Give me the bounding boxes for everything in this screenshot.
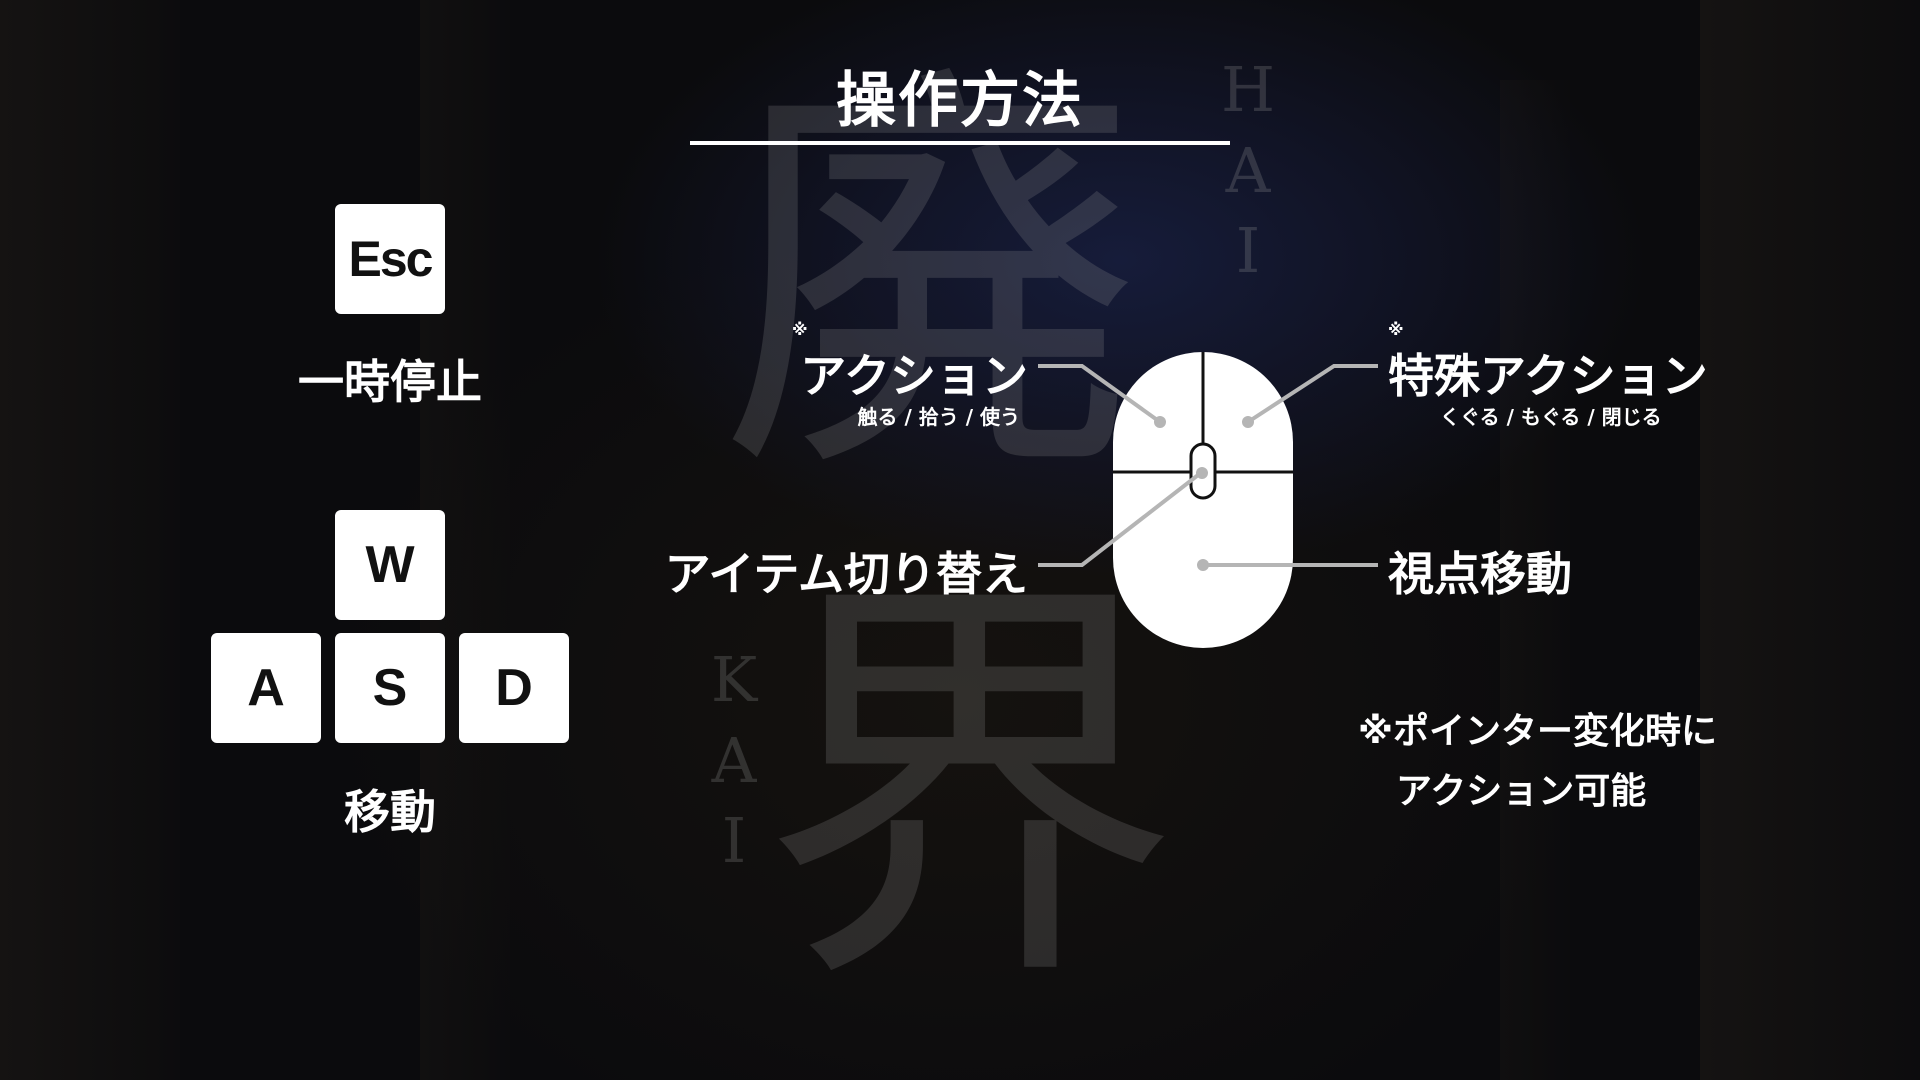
action-label: アクション [800,349,1028,403]
special-action-label: 特殊アクション [1388,349,1708,403]
item-switch-label: アイテム切り替え [664,547,1028,601]
pointer-note-line1: ※ポインター変化時に [1358,711,1717,752]
action-note-mark: ※ [792,320,808,339]
pointer-note-line2: アクション可能 [1396,771,1647,812]
mouse-icon [1113,352,1293,648]
connector-dot [1196,467,1208,479]
pointer-note: ※ポインター変化時に アクション可能 [1358,702,1717,822]
connector-dot [1197,559,1209,571]
camera-move-label: 視点移動 [1388,547,1572,601]
connector-dot [1154,416,1166,428]
connector-dot [1242,416,1254,428]
action-sublabel: 触る / 拾う / 使う [857,405,1020,429]
special-action-note-mark: ※ [1388,320,1404,339]
special-action-sublabel: くぐる / もぐる / 閉じる [1440,405,1662,429]
